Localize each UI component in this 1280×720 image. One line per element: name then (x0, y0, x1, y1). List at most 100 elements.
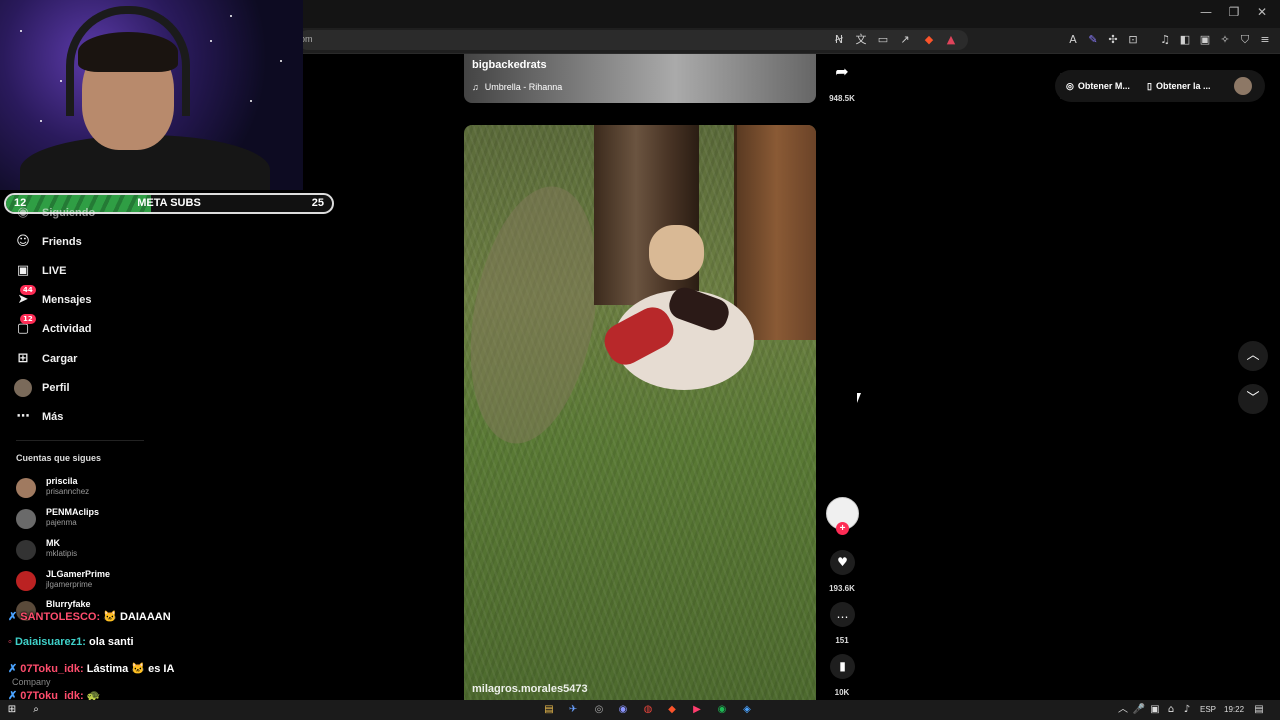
account-item[interactable]: PENMAclips pajenma (16, 507, 156, 535)
previous-video-button[interactable]: ︿ (1238, 341, 1268, 371)
follow-plus-icon[interactable]: + (836, 522, 849, 535)
activity-icon: ▢ 12 (14, 314, 36, 338)
following-accounts-title: Cuentas que sigues (16, 453, 102, 463)
sidebar-item-messages[interactable]: ➤ 44 Mensajes (14, 285, 154, 312)
like-count: 193.6K (829, 584, 855, 593)
comment-icon[interactable]: … (830, 602, 855, 627)
phone-icon: ▯ (1147, 80, 1152, 91)
chrome-icon[interactable]: ◍ (641, 703, 655, 717)
video-username[interactable]: milagros.morales5473 (472, 683, 588, 695)
download-icon[interactable]: ⊡ (1124, 31, 1142, 49)
discord-icon[interactable]: ◉ (616, 703, 630, 717)
clock[interactable]: 19:22 (1224, 705, 1244, 714)
volume-icon[interactable]: ♪ (1180, 703, 1194, 717)
share-page-icon[interactable]: ↗ (896, 31, 914, 49)
chat-username: SANTOLESCO: (20, 611, 101, 623)
minimize-button[interactable]: — (1196, 5, 1216, 23)
extension-a-icon[interactable]: A (1064, 31, 1082, 49)
webcam-overlay (0, 0, 303, 190)
app-icon[interactable]: ◎ (592, 703, 606, 717)
sidebar-item-upload[interactable]: ⊞ Cargar (14, 347, 154, 371)
menu-icon[interactable]: ≡ (1256, 31, 1274, 49)
app-icon[interactable]: ◈ (740, 703, 754, 717)
get-mobile-app-button[interactable]: ▯ Obtener la ... (1141, 73, 1217, 99)
avatar (16, 571, 36, 591)
brave-shield-icon[interactable]: ◆ (920, 31, 938, 49)
headset (66, 6, 190, 116)
sidebar-item-label: Siguiendo (42, 207, 96, 219)
extension-feather-icon[interactable]: ✎ (1084, 31, 1102, 49)
search-icon[interactable]: ⌕ (29, 703, 43, 717)
file-explorer-icon[interactable]: ▤ (542, 703, 556, 717)
app-icon[interactable]: ✈ (566, 703, 580, 717)
rewards-icon[interactable]: ▲ (942, 31, 960, 49)
more-icon: ⋯ (16, 409, 30, 424)
account-item[interactable]: JLGamerPrime jlgamerprime (16, 569, 156, 597)
like-icon[interactable]: ♥ (830, 550, 855, 575)
notifications-icon[interactable]: ▤ (1252, 703, 1266, 717)
sidebar-item-label: LIVE (42, 265, 67, 277)
vpn-icon[interactable]: ⛉ (1236, 31, 1254, 49)
chat-message: ✗ 07Toku_idk: Lástima 🐱 es IA (8, 662, 174, 675)
account-username: pajenma (46, 518, 77, 527)
wooden-door (734, 125, 816, 340)
get-mobile-app-label: Obtener la ... (1155, 81, 1211, 91)
spotify-icon[interactable]: ◉ (715, 703, 729, 717)
user-avatar[interactable] (1234, 77, 1252, 95)
account-username: mklatipis (46, 549, 78, 558)
account-username: jlgamerprime (46, 580, 93, 589)
previous-video-username[interactable]: bigbackedrats (472, 59, 547, 71)
share-icon[interactable]: ➦ (830, 62, 854, 86)
video-player[interactable] (464, 125, 816, 700)
previous-video-music[interactable]: ♫ Umbrella - Rihanna (472, 82, 562, 92)
avatar (16, 509, 36, 529)
profile-icon (14, 379, 32, 397)
reader-icon[interactable]: Ꞥ (830, 31, 848, 49)
leo-icon[interactable]: ✧ (1216, 31, 1234, 49)
get-app-button[interactable]: ◎ Obtener M... (1060, 73, 1136, 99)
sidebar-item-profile[interactable]: Perfil (14, 376, 154, 400)
sidebar-item-label: Más (42, 411, 64, 423)
wallet-icon[interactable]: ▣ (1196, 31, 1214, 49)
chat-text: es IA (148, 663, 175, 675)
microphone-icon[interactable]: 🎤 (1132, 703, 1146, 717)
chat-message: ◦ Daiaisuarez1: ola santi (8, 636, 134, 648)
close-button[interactable]: ✕ (1252, 5, 1272, 23)
extensions-icon[interactable]: ✣ (1104, 31, 1122, 49)
account-item[interactable]: priscila prisannchez (16, 476, 156, 504)
start-icon[interactable]: ⊞ (5, 703, 19, 717)
network-icon[interactable]: ⌂ (1164, 703, 1178, 717)
sidebar-icon[interactable]: ◧ (1176, 31, 1194, 49)
screen-icon[interactable]: ▭ (874, 31, 892, 49)
sidebar-item-activity[interactable]: ▢ 12 Actividad (14, 314, 154, 341)
sub-goal-target: 25 (311, 197, 324, 209)
media-icon[interactable]: ▶ (690, 703, 704, 717)
messages-badge: 44 (20, 285, 36, 295)
account-item[interactable]: MK mklatipis (16, 538, 156, 566)
sidebar-item-following[interactable]: ◉ Siguiendo (14, 201, 154, 225)
sidebar-item-label: Perfil (42, 382, 70, 394)
account-name: Blurryfake (46, 599, 91, 609)
cat-head (649, 225, 704, 280)
bookmark-icon[interactable]: ▮ (830, 654, 855, 679)
music-icon[interactable]: ♫ (1156, 31, 1174, 49)
account-name: PENMAclips (46, 507, 100, 517)
language-indicator[interactable]: ESP (1200, 705, 1216, 714)
share-count: 948.5K (829, 94, 855, 103)
sidebar-item-more[interactable]: ⋯ Más (14, 405, 154, 429)
maximize-button[interactable]: ❐ (1224, 5, 1244, 23)
emote-icon: 🐱 (131, 663, 146, 675)
music-note-icon: ♫ (472, 82, 479, 92)
sidebar-item-friends[interactable]: ☺ Friends (14, 230, 154, 254)
sidebar-item-label: Mensajes (42, 294, 92, 306)
mouse-cursor (857, 393, 861, 403)
brave-icon[interactable]: ◆ (665, 703, 679, 717)
tray-chevron-icon[interactable]: ︿ (1116, 703, 1130, 717)
next-video-button[interactable]: ﹀ (1238, 384, 1268, 414)
sidebar-item-live[interactable]: ▣ LIVE (14, 259, 154, 283)
activity-badge: 12 (20, 314, 36, 324)
upload-icon: ⊞ (17, 351, 29, 366)
sidebar-footer-company[interactable]: Company (12, 677, 51, 687)
tray-icon[interactable]: ▣ (1148, 703, 1162, 717)
translate-icon[interactable]: 文 (852, 31, 870, 49)
